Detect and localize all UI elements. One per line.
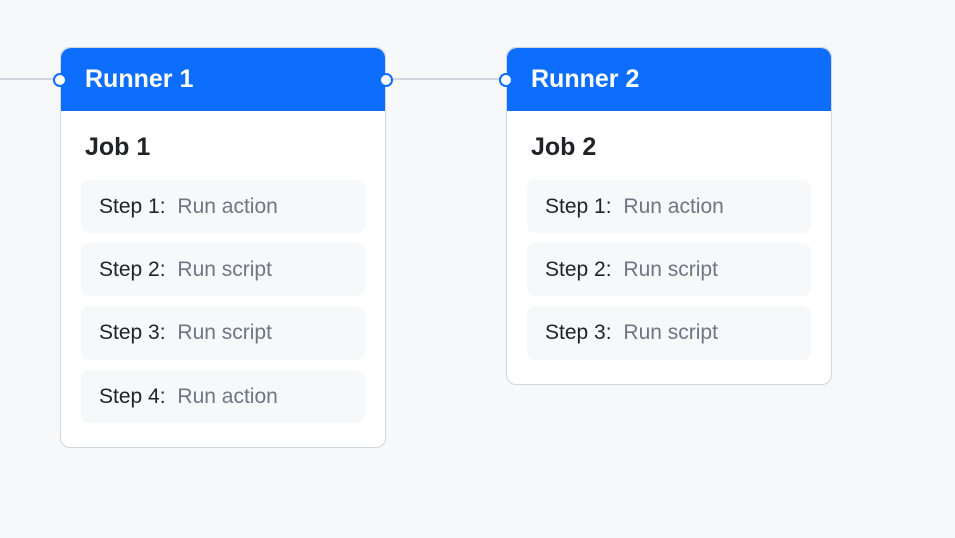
- runner-card: Runner 2 Job 2 Step 1: Run action Step 2…: [506, 47, 832, 385]
- step-desc: Run script: [177, 258, 272, 281]
- step-item: Step 2: Run script: [527, 243, 811, 296]
- step-label: Step 3:: [99, 321, 166, 344]
- step-desc: Run action: [623, 195, 723, 218]
- step-item: Step 1: Run action: [81, 180, 365, 233]
- step-label: Step 1:: [545, 195, 612, 218]
- step-item: Step 2: Run script: [81, 243, 365, 296]
- runner-title: Runner 2: [531, 65, 639, 93]
- runner-body: Job 1 Step 1: Run action Step 2: Run scr…: [61, 111, 385, 447]
- step-desc: Run action: [177, 195, 277, 218]
- step-item: Step 3: Run script: [527, 306, 811, 359]
- step-desc: Run script: [623, 321, 718, 344]
- runner-header: Runner 2: [507, 48, 831, 111]
- runner-card: Runner 1 Job 1 Step 1: Run action Step 2…: [60, 47, 386, 448]
- runner-body: Job 2 Step 1: Run action Step 2: Run scr…: [507, 111, 831, 384]
- step-desc: Run script: [623, 258, 718, 281]
- port-right: [379, 73, 393, 87]
- step-item: Step 4: Run action: [81, 370, 365, 423]
- port-left: [499, 73, 513, 87]
- step-desc: Run script: [177, 321, 272, 344]
- job-title: Job 2: [527, 133, 811, 162]
- step-label: Step 2:: [99, 258, 166, 281]
- step-label: Step 4:: [99, 385, 166, 408]
- step-desc: Run action: [177, 385, 277, 408]
- runner-title: Runner 1: [85, 65, 193, 93]
- runner-header: Runner 1: [61, 48, 385, 111]
- step-item: Step 1: Run action: [527, 180, 811, 233]
- step-label: Step 2:: [545, 258, 612, 281]
- port-left: [53, 73, 67, 87]
- step-label: Step 3:: [545, 321, 612, 344]
- connector-line: [385, 78, 509, 80]
- step-label: Step 1:: [99, 195, 166, 218]
- step-item: Step 3: Run script: [81, 306, 365, 359]
- job-title: Job 1: [81, 133, 365, 162]
